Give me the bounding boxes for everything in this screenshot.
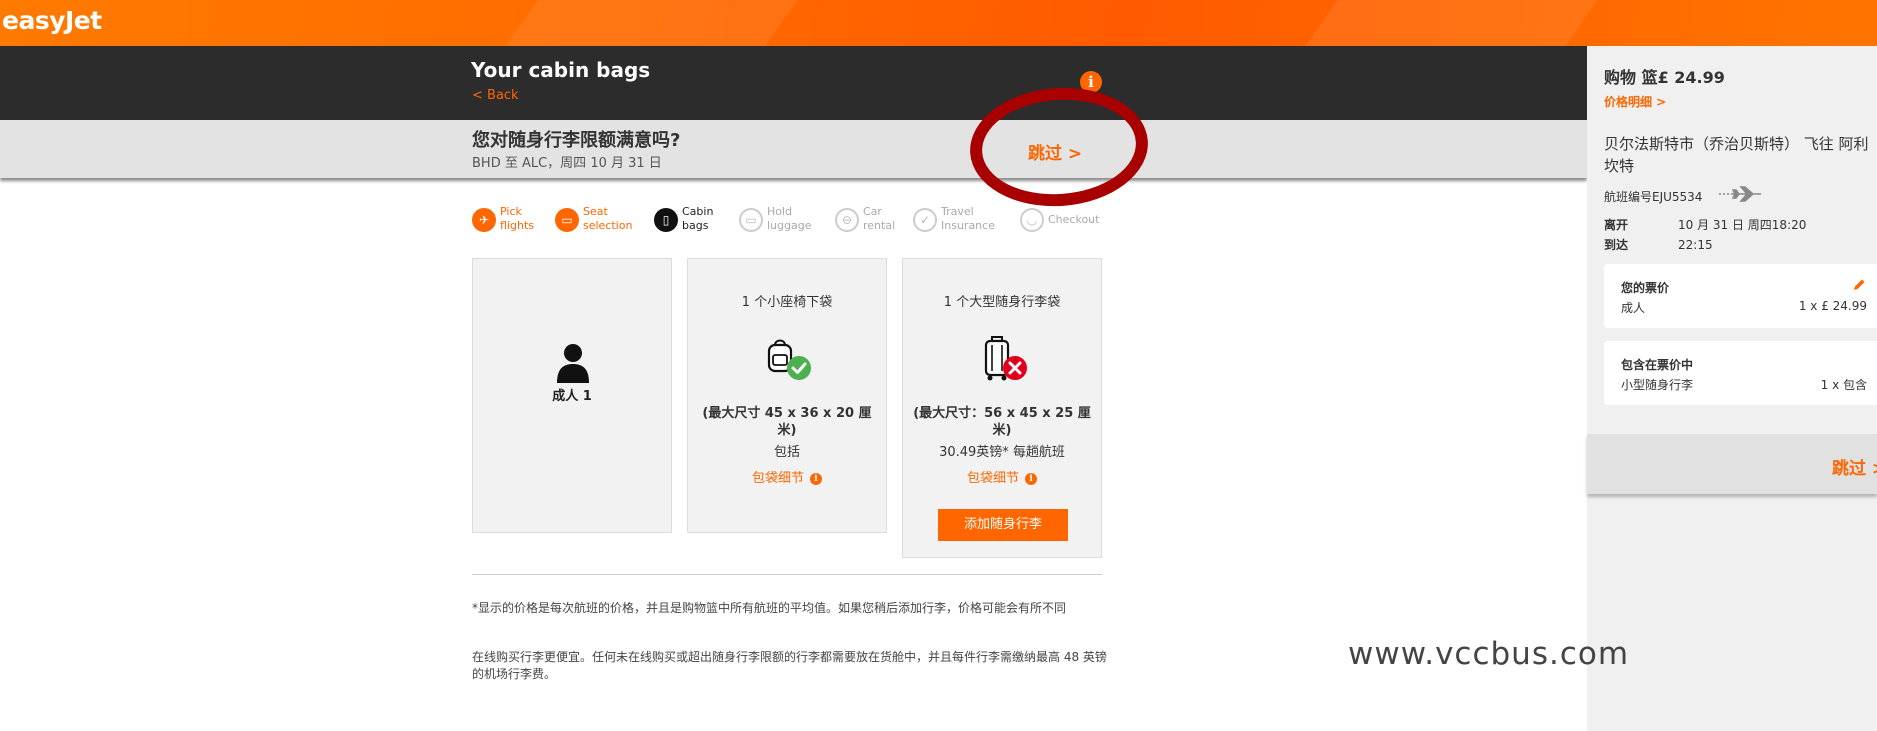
- price-note: *显示的价格是每次航班的价格，并且是购物篮中所有航班的平均值。如果您稍后添加行李…: [472, 601, 1067, 615]
- basket-title: 购物 篮£ 24.99: [1604, 68, 1725, 87]
- decor-stripe: [488, 0, 812, 46]
- included-title: 包含在票价中: [1621, 358, 1694, 372]
- watermark: www.vccbus.com: [1348, 636, 1630, 672]
- car-icon: ⊖: [835, 208, 859, 232]
- divider: [472, 574, 1102, 575]
- baggage-fee-note: 在线购买行李更便宜。任何未在线购买或超出随身行李限额的行李都需要放在货舱中，并且…: [472, 650, 1107, 681]
- small-bag-price: 包括: [773, 445, 800, 460]
- cabin-bag-icon: ▯: [654, 208, 678, 232]
- top-brand-bar: easyJet: [0, 0, 1877, 46]
- plane-icon: ✈: [472, 208, 496, 232]
- details-label: 包袋细节: [751, 471, 804, 486]
- backpack-included-icon: [767, 339, 811, 380]
- step-label: Pick flights: [500, 205, 534, 232]
- back-link[interactable]: < Back: [472, 88, 519, 103]
- passenger-label: 成人 1: [552, 389, 592, 404]
- fare-amount: 1 x £ 24.99: [1798, 299, 1867, 313]
- question-bar: [0, 120, 1587, 178]
- step-label: Car rental: [863, 205, 896, 232]
- page-header: [0, 46, 1587, 120]
- info-icon: i: [1025, 473, 1037, 485]
- plane-icon: [1719, 186, 1761, 202]
- details-label: 包袋细节: [966, 471, 1019, 486]
- depart-label: 离开: [1604, 218, 1629, 232]
- basket-icon: ◡: [1020, 208, 1044, 232]
- large-bag-price: 30.49英镑* 每趟航班: [939, 445, 1065, 460]
- info-icon: i: [810, 473, 822, 485]
- small-bag-details-link[interactable]: 包袋细节 i: [688, 467, 886, 486]
- included-item: 小型随身行李: [1621, 378, 1694, 392]
- depart-value: 10 月 31 日 周四18:20: [1678, 218, 1807, 232]
- route-line: 贝尔法斯特市（乔治贝斯特） 飞往 阿利: [1604, 135, 1869, 153]
- price-details-link[interactable]: 价格明细 >: [1604, 93, 1666, 110]
- depart-row: 离开 10 月 31 日 周四18:20: [1604, 216, 1806, 233]
- step-label: Seat selection: [583, 205, 633, 232]
- sidebar-skip-button[interactable]: 跳过 >: [1832, 454, 1877, 479]
- included-qty: 1 x 包含: [1820, 378, 1867, 392]
- arrive-value: 22:15: [1678, 238, 1713, 252]
- fare-box: 您的票价 成人 1 x £ 24.99: [1604, 264, 1877, 328]
- step-label: Checkout: [1048, 213, 1100, 226]
- step-label: Travel Insurance: [941, 205, 995, 232]
- page-title: Your cabin bags: [471, 58, 651, 82]
- large-bag-size: (最大尺寸：56 x 45 x 25 厘米): [913, 406, 1091, 438]
- decor-stripe: [1288, 0, 1612, 46]
- step-label: Cabin bags: [682, 205, 714, 232]
- arrive-label: 到达: [1604, 238, 1629, 252]
- shield-icon: ✓: [913, 208, 937, 232]
- hold-luggage-icon: ▭: [739, 208, 763, 232]
- sidebar-skip-band: 跳过 >: [1587, 434, 1877, 494]
- basket-sidebar: 购物 篮£ 24.99 价格明细 > 贝尔法斯特市（乔治贝斯特） 飞往 阿利 坎…: [1587, 46, 1877, 731]
- small-bag-card: 1 个小座椅下袋 (最大尺寸 45 x 36 x 20 厘米) 包括 包袋细节 i: [687, 258, 887, 533]
- included-box: 包含在票价中 小型随身行李 1 x 包含: [1604, 341, 1877, 405]
- add-cabin-bag-button[interactable]: 添加随身行李: [938, 509, 1068, 541]
- easyjet-logo[interactable]: easyJet: [2, 6, 102, 35]
- small-bag-title: 1 个小座椅下袋: [741, 295, 833, 310]
- flight-number: 航班编号EJU5534: [1604, 190, 1703, 204]
- fare-passenger: 成人: [1621, 301, 1646, 315]
- pencil-edit-icon[interactable]: [1852, 278, 1866, 292]
- small-bag-size: (最大尺寸 45 x 36 x 20 厘米): [702, 406, 872, 438]
- large-bag-details-link[interactable]: 包袋细节 i: [903, 467, 1101, 486]
- arrive-row: 到达 22:15: [1604, 236, 1713, 253]
- person-icon: [557, 344, 589, 383]
- passenger-card: 成人 1: [472, 258, 672, 533]
- seat-icon: ▭: [555, 208, 579, 232]
- large-bag-title: 1 个大型随身行李袋: [943, 295, 1061, 310]
- route-line-continued: 坎特: [1604, 157, 1635, 175]
- fare-title: 您的票价: [1621, 281, 1670, 295]
- large-bag-card: 1 个大型随身行李袋 (最大尺寸：56 x 45 x 25 厘米) 30.49英…: [902, 258, 1102, 558]
- bag-question: 您对随身行李限额满意吗?: [472, 130, 681, 151]
- route-date: BHD 至 ALC，周四 10 月 31 日: [472, 156, 662, 171]
- step-label: Hold luggage: [767, 205, 812, 232]
- trolley-bag-not-included-icon: [984, 336, 1027, 381]
